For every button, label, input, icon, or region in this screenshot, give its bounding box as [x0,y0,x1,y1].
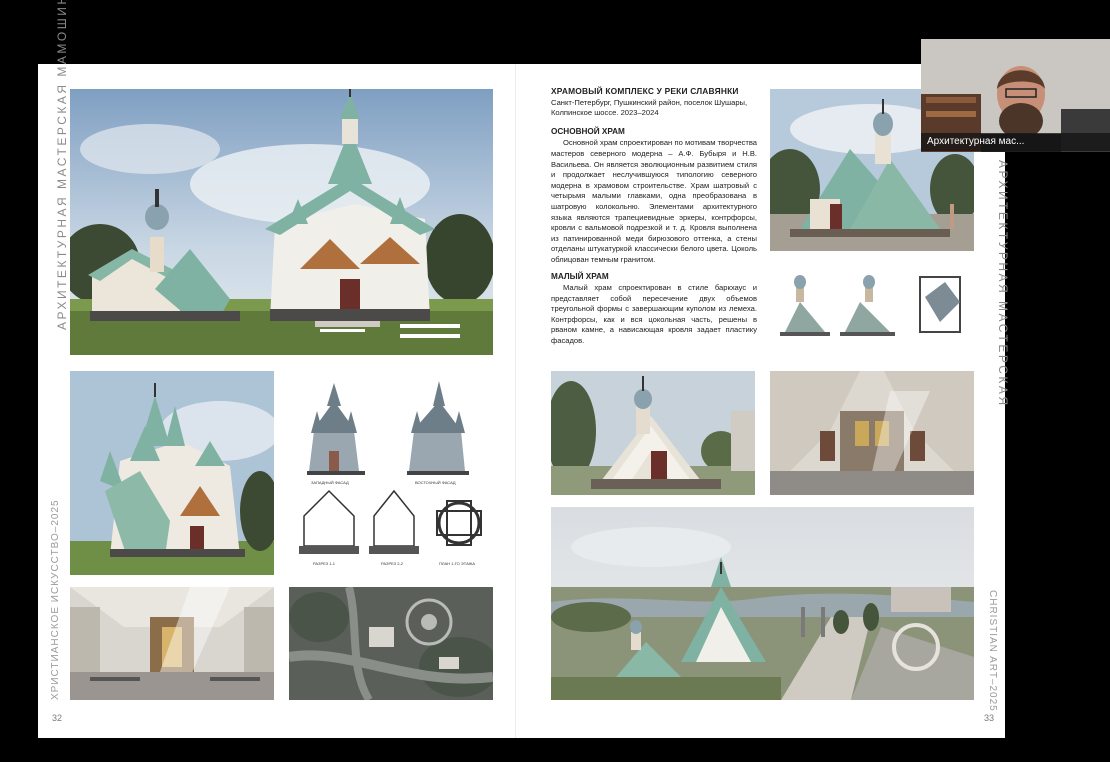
article-subtitle: Санкт-Петербург, Пушкинский район, посел… [551,97,748,118]
right-side-footer: CHRISTIAN ART–2025 [987,590,998,712]
label-facade-east: ВОСТОЧНЫЙ ФАСАД [415,480,456,485]
page-gutter [515,64,516,738]
interior-render [70,587,274,700]
label-section-2: РАЗРЕЗ 2-2 [381,561,403,566]
section-heading-small: МАЛЫЙ ХРАМ [551,271,609,281]
small-church-exterior [551,371,755,495]
small-church-interior [770,371,974,495]
section-heading-main: ОСНОВНОЙ ХРАМ [551,126,625,136]
left-side-footer: ХРИСТИАНСКОЕ ИСКУССТВО–2025 [50,499,61,700]
aerial-complex-render [551,507,974,700]
page-number-left: 32 [52,713,63,723]
architectural-drawings: ЗАПАДНЫЙ ФАСАД ВОСТОЧНЫЙ ФАСАД РАЗРЕЗ 1-… [289,371,493,575]
left-side-title: АРХИТЕКТУРНАЯ МАСТЕРСКАЯ МАМОШИНА [55,0,69,330]
right-side-title: АРХИТЕКТУРНАЯ МАСТЕРСКАЯ [996,160,1010,408]
main-church-render [70,89,493,355]
label-section-1: РАЗРЕЗ 1-1 [313,561,335,566]
article-title: ХРАМОВЫЙ КОМПЛЕКС У РЕКИ СЛАВЯНКИ [551,86,739,96]
article-text: ХРАМОВЫЙ КОМПЛЕКС У РЕКИ СЛАВЯНКИ Санкт-… [551,86,757,353]
site-plan-render [289,587,493,700]
label-facade-west: ЗАПАДНЫЙ ФАСАД [311,480,349,485]
section-text-small: Малый храм спроектирован в стиле баркхау… [551,283,757,346]
small-church-drawings [770,267,974,354]
page-number-right: 33 [984,713,995,723]
section-text-main: Основной храм спроектирован по мотивам т… [551,138,757,264]
church-perspective-render [70,371,274,575]
video-participant-name: Архитектурная мас... [921,133,1110,151]
label-plan: ПЛАН 1-ГО ЭТАЖА [439,561,476,566]
